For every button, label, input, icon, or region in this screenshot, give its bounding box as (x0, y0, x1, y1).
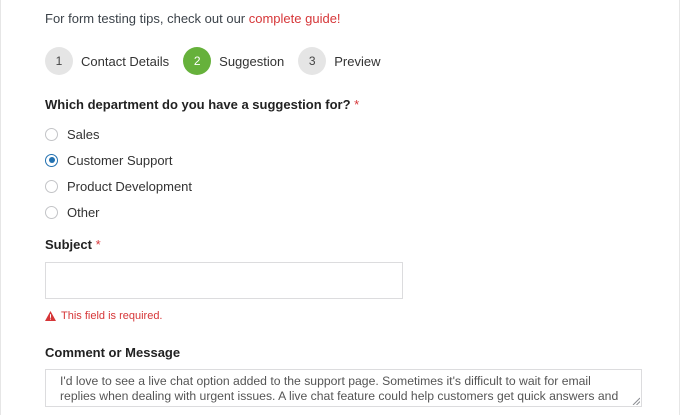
radio-label[interactable]: Other (67, 205, 100, 220)
required-asterisk: * (354, 97, 360, 112)
step-number: 1 (45, 47, 73, 75)
complete-guide-link[interactable]: complete guide! (249, 11, 341, 26)
department-radio-group: Sales Customer Support Product Developme… (45, 121, 192, 225)
step-contact-details[interactable]: 1 Contact Details (45, 47, 169, 75)
radio-label[interactable]: Customer Support (67, 153, 173, 168)
step-progress: 1 Contact Details 2 Suggestion 3 Preview (45, 47, 394, 75)
radio-button[interactable] (45, 127, 58, 141)
comment-textarea[interactable]: I'd love to see a live chat option added… (45, 369, 642, 407)
radio-option-sales[interactable]: Sales (45, 121, 192, 147)
warning-triangle-icon (45, 311, 56, 321)
radio-option-other[interactable]: Other (45, 199, 192, 225)
step-number: 3 (298, 47, 327, 75)
comment-label: Comment or Message (45, 345, 181, 360)
department-question-label: Which department do you have a suggestio… (45, 97, 359, 112)
testing-tip: For form testing tips, check out our com… (45, 11, 341, 26)
step-preview[interactable]: 3 Preview (298, 47, 380, 75)
radio-option-customer-support[interactable]: Customer Support (45, 147, 192, 173)
radio-label[interactable]: Product Development (67, 179, 192, 194)
radio-button[interactable] (45, 205, 58, 219)
step-label: Suggestion (219, 53, 285, 69)
subject-label: Subject * (45, 237, 101, 252)
step-suggestion[interactable]: 2 Suggestion (183, 47, 284, 75)
resize-grip-icon[interactable] (632, 397, 640, 405)
required-asterisk: * (95, 237, 101, 252)
step-label: Contact Details (81, 53, 170, 69)
radio-label[interactable]: Sales (67, 127, 100, 142)
radio-option-product-development[interactable]: Product Development (45, 173, 192, 199)
tip-text: For form testing tips, check out our (45, 11, 249, 26)
step-number: 2 (183, 47, 212, 75)
radio-button[interactable] (45, 179, 58, 193)
error-text: This field is required. (61, 310, 163, 322)
step-label: Preview (334, 53, 381, 69)
question-text: Which department do you have a suggestio… (45, 97, 351, 112)
radio-button[interactable] (45, 153, 58, 167)
subject-input[interactable] (45, 262, 403, 299)
subject-error-message: This field is required. (45, 310, 163, 322)
subject-label-text: Subject (45, 237, 92, 252)
